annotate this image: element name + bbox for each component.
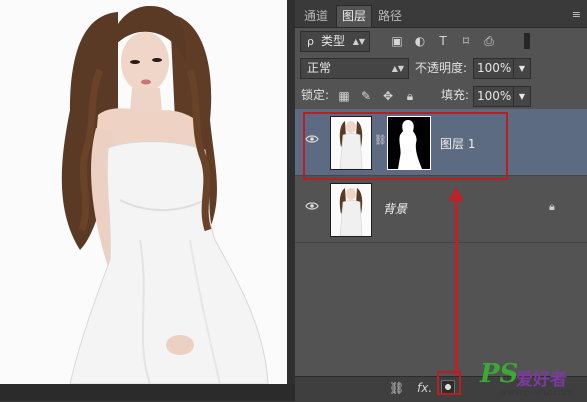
blend-row: 正常 ▲▼ 不透明度: 100% ▼: [295, 55, 587, 81]
lock-row: 锁定: ▦ ✎ ✥ 🔒︎ 填充: 100% ▼: [295, 84, 587, 108]
tab-paths[interactable]: 路径: [373, 6, 407, 27]
shape-filter-icon[interactable]: ⌑: [459, 34, 473, 48]
panel-tabbar: 通道 图层 路径 ≡: [295, 0, 587, 28]
watermark-cn: 爱好者: [516, 370, 567, 390]
lock-transparent-icon[interactable]: ▦: [337, 89, 351, 103]
watermark: PS 爱好者 www.psahz.com: [480, 360, 585, 400]
fill-input[interactable]: 100%: [473, 86, 516, 107]
annotation-highlight-box: [303, 112, 508, 180]
fill-dropdown[interactable]: ▼: [513, 86, 531, 107]
annotation-mask-button-box: [437, 371, 461, 395]
blend-mode-value: 正常: [307, 61, 332, 75]
fill-label: 填充:: [441, 88, 470, 102]
filter-row: ρ 类型 ▲▼ ▣ ◐ T ⌑ ⎙: [295, 29, 587, 53]
link-layers-icon[interactable]: ⛓: [389, 381, 404, 395]
fx-button[interactable]: fx.: [417, 381, 432, 395]
layer-name[interactable]: 背景: [383, 200, 407, 217]
opacity-input[interactable]: 100%: [473, 58, 516, 79]
watermark-brand: PS: [480, 359, 519, 389]
watermark-url: www.psahz.com: [500, 388, 573, 398]
tab-layers[interactable]: 图层: [336, 5, 373, 27]
lock-all-icon[interactable]: 🔒︎: [403, 89, 417, 103]
smart-object-filter-icon[interactable]: ⎙: [482, 34, 496, 48]
blend-mode-select[interactable]: 正常 ▲▼: [300, 58, 409, 79]
chevron-updown-icon: ▲▼: [391, 64, 404, 73]
type-filter-icon[interactable]: T: [436, 34, 450, 48]
pixel-filter-icon[interactable]: ▣: [390, 34, 404, 48]
canvas-photo: [0, 0, 287, 384]
lock-label: 锁定:: [301, 88, 330, 102]
filter-kind-label: 类型: [321, 34, 346, 48]
filter-kind-select[interactable]: ρ 类型 ▲▼: [300, 31, 370, 52]
lock-position-icon[interactable]: ✥: [381, 89, 395, 103]
document-canvas[interactable]: [0, 0, 295, 401]
annotation-arrow-line: [455, 201, 458, 376]
layers-panel: 通道 图层 路径 ≡ ρ 类型 ▲▼ ▣ ◐ T ⌑ ⎙ 正常 ▲▼ 不透明度:…: [295, 0, 587, 402]
chevron-updown-icon: ▲▼: [352, 37, 365, 46]
eye-icon[interactable]: [305, 201, 319, 211]
layer-thumbnail[interactable]: [330, 183, 372, 237]
lock-image-icon[interactable]: ✎: [359, 89, 373, 103]
opacity-dropdown[interactable]: ▼: [513, 58, 531, 79]
panel-menu-icon[interactable]: ≡: [572, 8, 581, 21]
tab-channels[interactable]: 通道: [299, 6, 333, 27]
portrait-illustration: [61, 5, 269, 384]
filter-toggle[interactable]: [524, 33, 530, 49]
search-icon: ρ: [307, 35, 314, 48]
annotation-arrow-head: [448, 187, 464, 201]
adjustment-filter-icon[interactable]: ◐: [413, 34, 427, 48]
opacity-label: 不透明度:: [415, 61, 468, 75]
lock-icon: 🔒︎: [549, 200, 555, 213]
canvas-pasteboard: [0, 384, 295, 401]
layer-row-background[interactable]: 背景 🔒︎: [295, 175, 587, 243]
